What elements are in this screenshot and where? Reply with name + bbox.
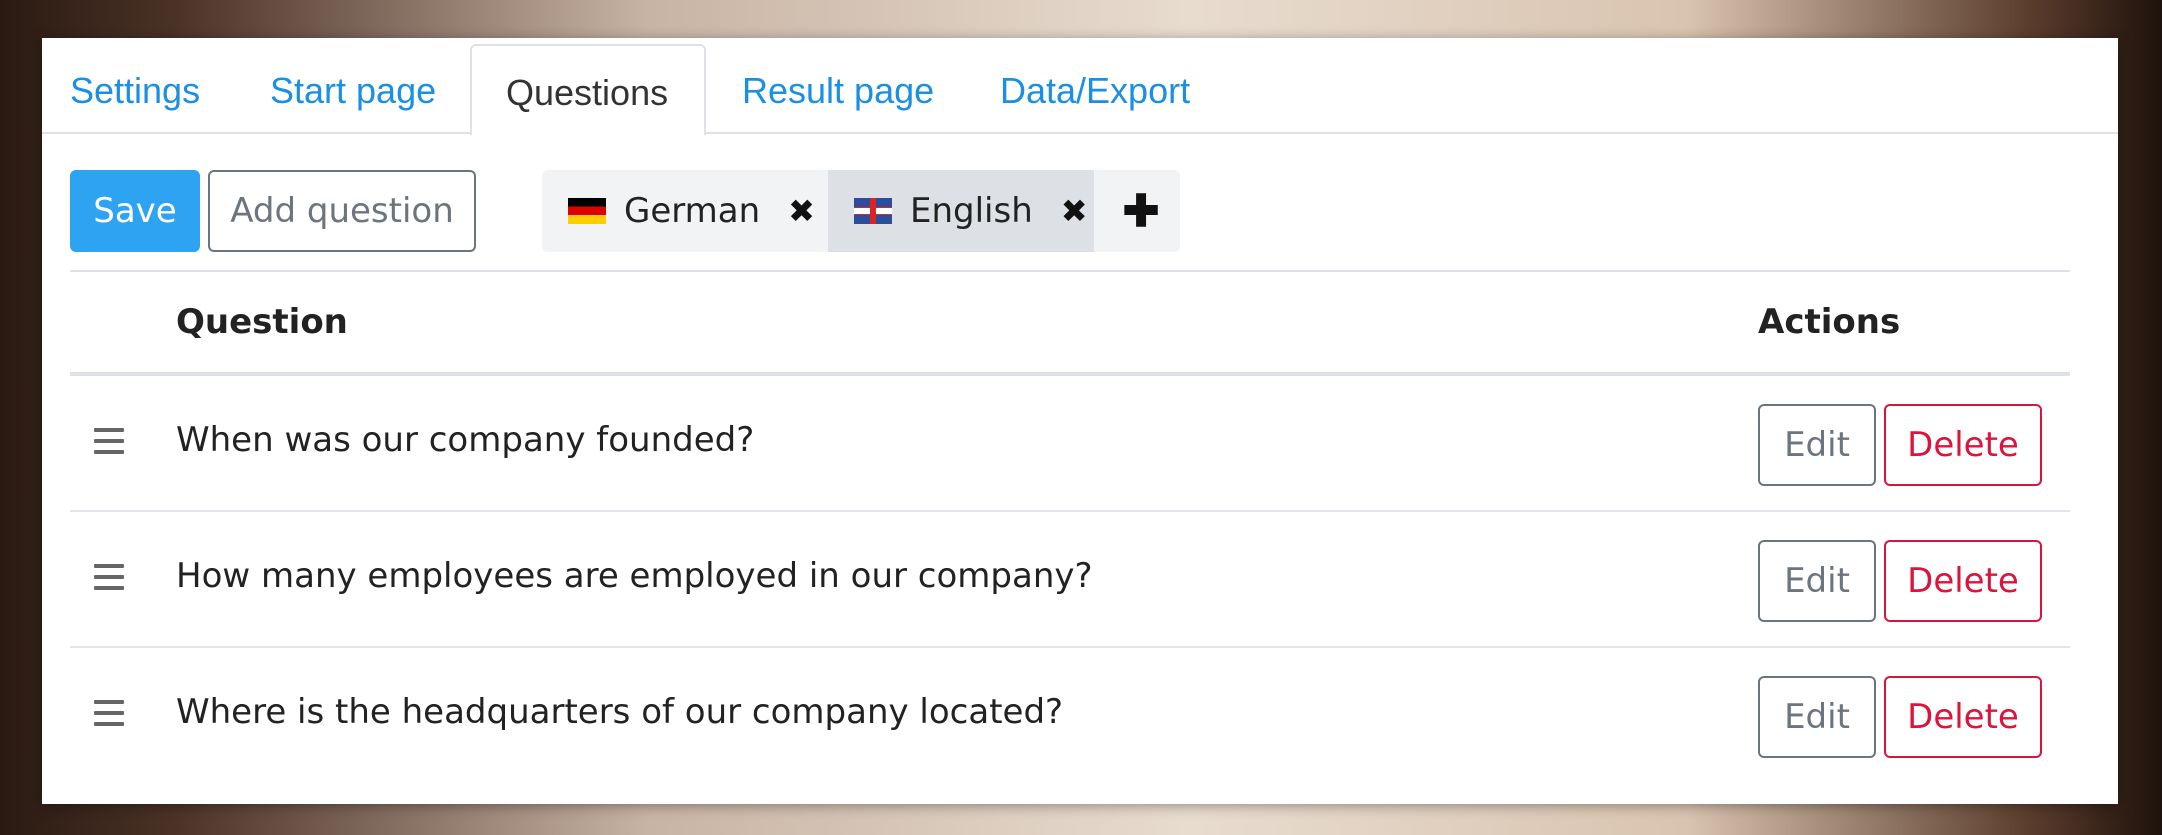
- edit-button[interactable]: Edit: [1758, 676, 1876, 758]
- language-label: German: [624, 191, 761, 231]
- delete-button[interactable]: Delete: [1884, 404, 2042, 486]
- edit-button[interactable]: Edit: [1758, 404, 1876, 486]
- table-row: When was our company founded? Edit Delet…: [70, 376, 2070, 512]
- drag-handle-icon[interactable]: [94, 428, 124, 454]
- plus-icon[interactable]: ✚: [1102, 170, 1180, 252]
- edit-button[interactable]: Edit: [1758, 540, 1876, 622]
- column-header-actions: Actions: [1758, 302, 1901, 342]
- table-row: How many employees are employed in our c…: [70, 512, 2070, 648]
- close-icon[interactable]: ✖: [788, 192, 815, 230]
- question-text: When was our company founded?: [176, 420, 755, 460]
- uk-flag-icon: [854, 198, 892, 224]
- tab-questions[interactable]: Questions: [470, 44, 706, 136]
- tab-settings[interactable]: Settings: [70, 44, 200, 136]
- questions-table: Question Actions When was our company fo…: [70, 270, 2070, 784]
- tab-start-page[interactable]: Start page: [270, 44, 436, 136]
- language-german[interactable]: German ✖: [542, 170, 828, 252]
- close-icon[interactable]: ✖: [1061, 192, 1088, 230]
- tab-data-export[interactable]: Data/Export: [1000, 44, 1190, 136]
- question-text: Where is the headquarters of our company…: [176, 692, 1064, 732]
- table-header: Question Actions: [70, 270, 2070, 376]
- delete-button[interactable]: Delete: [1884, 676, 2042, 758]
- tab-bar: Settings Start page Questions Result pag…: [42, 38, 2118, 136]
- column-header-question: Question: [176, 302, 348, 342]
- save-button[interactable]: Save: [70, 170, 200, 252]
- add-question-button[interactable]: Add question: [208, 170, 476, 252]
- toolbar: Save Add question German ✖ English ✖ ✚: [70, 170, 1270, 252]
- de-flag-icon: [568, 198, 606, 224]
- drag-handle-icon[interactable]: [94, 564, 124, 590]
- tab-result-page[interactable]: Result page: [742, 44, 934, 136]
- drag-handle-icon[interactable]: [94, 700, 124, 726]
- language-label: English: [910, 191, 1033, 231]
- language-english[interactable]: English ✖: [828, 170, 1094, 252]
- table-row: Where is the headquarters of our company…: [70, 648, 2070, 784]
- question-text: How many employees are employed in our c…: [176, 556, 1093, 596]
- delete-button[interactable]: Delete: [1884, 540, 2042, 622]
- questions-editor-card: Settings Start page Questions Result pag…: [42, 38, 2118, 804]
- language-selector: German ✖ English ✖ ✚: [542, 170, 1180, 252]
